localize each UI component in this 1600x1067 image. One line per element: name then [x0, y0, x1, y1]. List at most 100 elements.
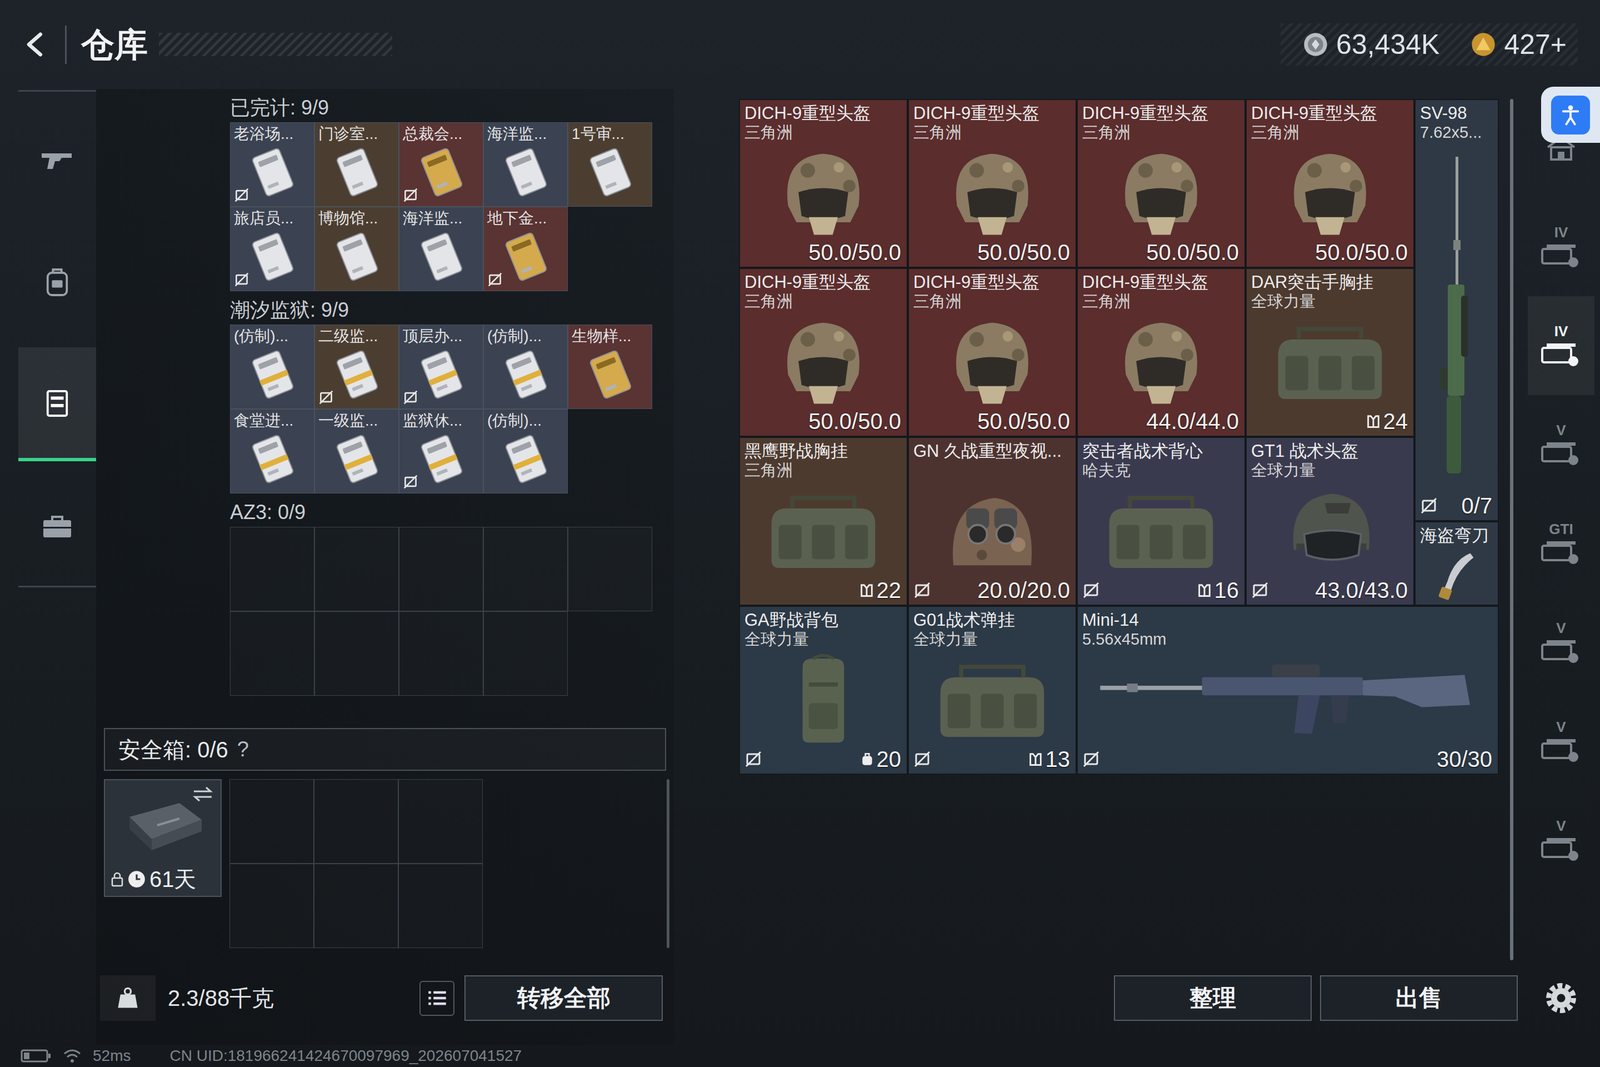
empty-slot[interactable] — [230, 611, 315, 696]
keycard-slot[interactable]: 海洋监... — [483, 122, 568, 207]
keycard-slot[interactable]: 顶层办... — [398, 324, 484, 409]
accessibility-button[interactable] — [1541, 86, 1600, 143]
empty-slot[interactable] — [398, 863, 483, 948]
currency-amount: 63,434K — [1336, 27, 1440, 62]
keycard-slot[interactable]: (仿制)... — [483, 324, 568, 409]
filter-tab[interactable]: V — [1527, 592, 1595, 692]
stash-item[interactable]: GN 久战重型夜视...20.0/20.0 — [907, 436, 1077, 606]
item-label: GT1 战术头盔全球力量 — [1251, 441, 1409, 480]
keycard-slot[interactable]: 地下金... — [483, 206, 568, 292]
empty-slot[interactable] — [314, 526, 399, 612]
stash-item[interactable]: DICH-9重型头盔三角洲50.0/50.0 — [907, 267, 1077, 437]
stash-item[interactable]: DAR突击手胸挂全球力量24 — [1245, 267, 1415, 437]
keycard-slot[interactable]: 博物馆... — [314, 206, 399, 292]
keycard-slot[interactable]: 旅店员... — [230, 206, 315, 292]
filter-tab[interactable]: GTI — [1527, 493, 1595, 593]
keycard-slot[interactable]: 老浴场... — [230, 122, 315, 207]
stash-item[interactable]: DICH-9重型头盔三角洲44.0/44.0 — [1076, 267, 1246, 437]
item-name: DICH-9重型头盔 — [913, 272, 1072, 293]
keycard-slot[interactable]: 监狱休... — [398, 408, 484, 494]
transfer-all-button[interactable]: 转移全部 — [464, 975, 663, 1021]
empty-slot[interactable] — [483, 526, 568, 612]
status-bar: 52msCN UID:181966241424670097969_2026070… — [0, 1044, 1600, 1067]
empty-slot[interactable] — [229, 863, 314, 948]
currency-bar: 63,434K427+ — [1280, 23, 1578, 66]
stash-item[interactable]: DICH-9重型头盔三角洲50.0/50.0 — [1245, 98, 1415, 268]
stash-item[interactable]: 突击者战术背心哈夫克16 — [1076, 436, 1246, 606]
swap-icon[interactable] — [191, 785, 214, 803]
capacity-icon — [858, 582, 875, 598]
keycard-list[interactable]: 已完计: 9/9老浴场...门诊室...总裁会...海洋监...1号审...旅店… — [96, 88, 674, 717]
item-name: DICH-9重型头盔 — [1251, 103, 1409, 124]
sell-button[interactable]: 出售 — [1320, 975, 1518, 1021]
stash-item[interactable]: DICH-9重型头盔三角洲50.0/50.0 — [1076, 98, 1246, 268]
safe-box[interactable]: 61天 — [103, 778, 222, 897]
category-tab[interactable] — [18, 469, 97, 584]
clock-icon — [127, 869, 147, 889]
item-subtitle: 三角洲 — [1082, 123, 1240, 142]
category-tab[interactable] — [18, 225, 97, 339]
tier-label: IV — [1554, 224, 1569, 241]
empty-slot[interactable] — [398, 611, 484, 696]
stash-item[interactable]: SV-987.62x5...0/7 — [1414, 98, 1499, 522]
sort-button[interactable]: 整理 — [1113, 975, 1312, 1021]
keycard-name: 1号审... — [571, 125, 649, 143]
stash-scrollbar[interactable] — [1510, 98, 1514, 960]
stash-item[interactable]: Mini-145.56x45mm30/30 — [1076, 605, 1499, 775]
stash-item[interactable]: DICH-9重型头盔三角洲50.0/50.0 — [738, 98, 908, 268]
settings-button[interactable] — [1544, 975, 1578, 1021]
category-tab[interactable] — [18, 102, 97, 217]
keycard-slot[interactable]: 食堂进... — [230, 408, 315, 494]
stash-item[interactable]: 黑鹰野战胸挂三角洲22 — [738, 436, 908, 606]
stash-item[interactable]: GA野战背包全球力量20 — [738, 605, 908, 775]
stash-item[interactable]: G01战术弹挂全球力量13 — [907, 605, 1077, 775]
keycard-slot[interactable]: 1号审... — [567, 122, 653, 207]
keycard-slot[interactable]: 二级监... — [314, 324, 399, 409]
keycard-slot[interactable]: 门诊室... — [314, 122, 399, 207]
empty-slot[interactable] — [230, 526, 315, 612]
empty-slot[interactable] — [313, 778, 399, 864]
help-button[interactable]: ? — [237, 733, 249, 765]
stash-item[interactable]: 海盗弯刀 — [1414, 521, 1499, 606]
item-name: DICH-9重型头盔 — [1082, 272, 1240, 293]
item-name: DICH-9重型头盔 — [913, 103, 1072, 124]
category-tab[interactable] — [18, 347, 97, 462]
keycard-slot[interactable]: 一级监... — [314, 408, 399, 494]
untradeable-icon — [1420, 496, 1438, 515]
filter-tab[interactable]: IV — [1527, 296, 1595, 395]
stash-item[interactable]: GT1 战术头盔全球力量43.0/43.0 — [1245, 436, 1415, 606]
container-scrollbar[interactable] — [666, 778, 670, 948]
item-label: G01战术弹挂全球力量 — [913, 610, 1072, 649]
empty-slot[interactable] — [229, 778, 314, 864]
filter-tab[interactable]: V — [1527, 691, 1595, 791]
empty-slot[interactable] — [483, 611, 568, 696]
untradeable-mark — [487, 389, 503, 405]
keycard-icon — [498, 433, 554, 484]
keycard-slot[interactable]: 海洋监... — [398, 206, 484, 292]
item-subtitle: 全球力量 — [913, 630, 1072, 649]
item-value-text: 50.0/50.0 — [1146, 238, 1239, 266]
filter-tab[interactable]: IV — [1527, 197, 1595, 297]
list-button[interactable] — [419, 980, 455, 1016]
untradeable-mark — [1251, 581, 1269, 599]
untradeable-icon — [913, 750, 932, 768]
empty-slot[interactable] — [398, 778, 483, 864]
keycard-slot[interactable]: 生物样... — [567, 324, 653, 409]
item-value-text: 20 — [876, 745, 902, 773]
stash-item[interactable]: DICH-9重型头盔三角洲50.0/50.0 — [738, 267, 908, 437]
empty-slot[interactable] — [313, 863, 399, 948]
empty-slot[interactable] — [398, 526, 484, 612]
empty-slot[interactable] — [567, 526, 653, 612]
vest-icon — [1264, 313, 1396, 407]
back-arrow-icon[interactable] — [20, 28, 52, 60]
keycard-slot[interactable]: 总裁会... — [398, 122, 484, 207]
untradeable-icon — [487, 271, 503, 288]
filter-tab[interactable]: V — [1527, 395, 1595, 494]
keycard-slot[interactable]: (仿制)... — [230, 324, 315, 409]
empty-slot[interactable] — [314, 611, 399, 696]
helmet-heavy-icon — [926, 144, 1058, 238]
keycard-slot[interactable]: (仿制)... — [483, 408, 568, 494]
stash-item[interactable]: DICH-9重型头盔三角洲50.0/50.0 — [907, 98, 1077, 268]
filter-tab[interactable]: V — [1527, 790, 1595, 890]
